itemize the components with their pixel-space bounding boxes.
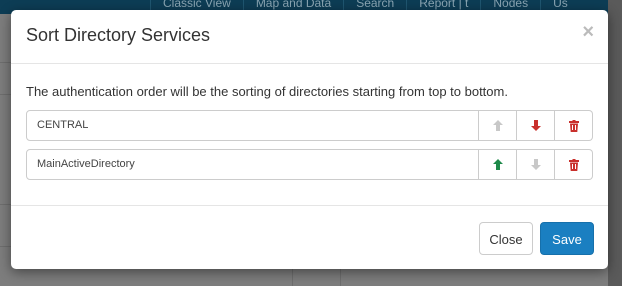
move-up-button[interactable] bbox=[479, 110, 517, 141]
arrow-up-icon bbox=[492, 159, 503, 170]
delete-button[interactable] bbox=[555, 149, 593, 180]
arrow-up-icon bbox=[492, 120, 503, 131]
directory-row-central: CENTRAL bbox=[26, 110, 593, 141]
trash-icon bbox=[568, 158, 579, 171]
close-button[interactable]: Close bbox=[479, 222, 533, 255]
dialog-footer: Close Save bbox=[11, 205, 608, 269]
directory-row-mainactivedirectory: MainActiveDirectory bbox=[26, 149, 593, 180]
trash-icon bbox=[568, 119, 579, 132]
save-button[interactable]: Save bbox=[540, 222, 594, 255]
move-down-button[interactable] bbox=[517, 149, 555, 180]
dialog-title: Sort Directory Services bbox=[26, 25, 211, 45]
intro-text: The authentication order will be the sor… bbox=[26, 84, 508, 99]
directory-name: CENTRAL bbox=[26, 110, 479, 141]
move-up-button[interactable] bbox=[479, 149, 517, 180]
dialog-header: Sort Directory Services × bbox=[11, 10, 608, 64]
close-icon[interactable]: × bbox=[582, 22, 594, 42]
delete-button[interactable] bbox=[555, 110, 593, 141]
sort-directory-dialog: Sort Directory Services × The authentica… bbox=[11, 10, 608, 269]
directory-name: MainActiveDirectory bbox=[26, 149, 479, 180]
arrow-down-icon bbox=[530, 159, 541, 170]
background-scroll-region bbox=[608, 0, 622, 286]
move-down-button[interactable] bbox=[517, 110, 555, 141]
arrow-down-icon bbox=[530, 120, 541, 131]
